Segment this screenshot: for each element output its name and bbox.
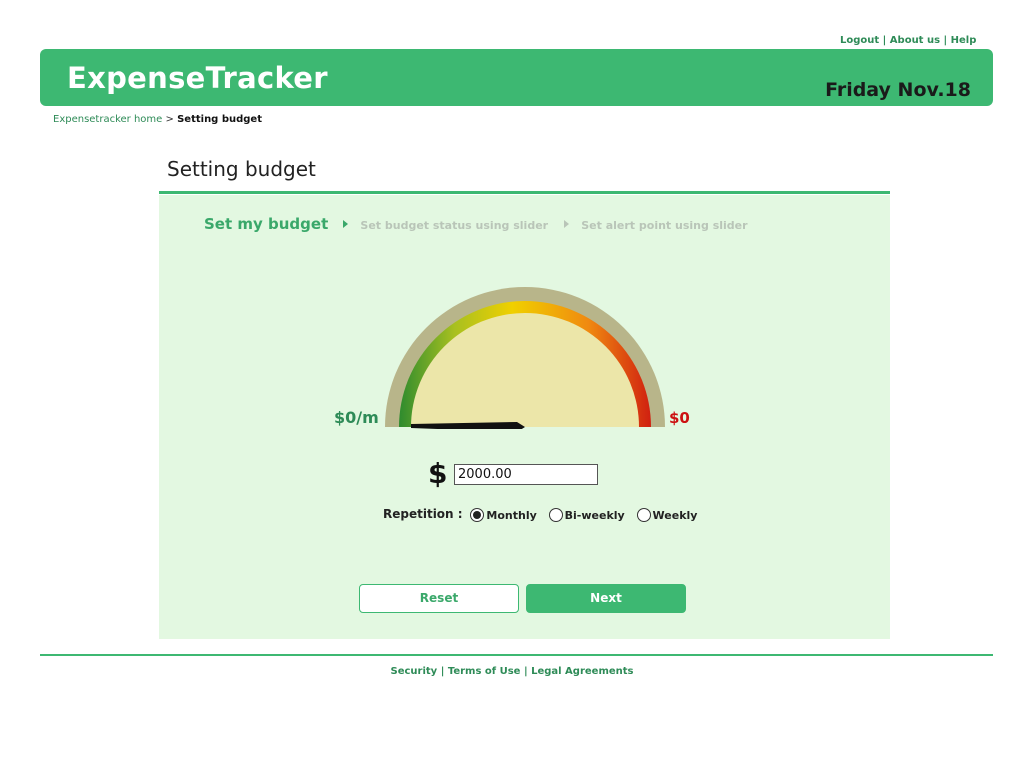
budget-panel: Set my budget Set budget status using sl… (159, 195, 890, 639)
logout-link[interactable]: Logout (840, 35, 879, 46)
separator: | (523, 666, 528, 677)
step-progress: Set my budget Set budget status using sl… (204, 214, 748, 233)
currency-symbol: $ (428, 457, 448, 490)
gauge-max-label: $0 (669, 409, 690, 427)
top-links: Logout | About us | Help (840, 35, 976, 46)
bi-weekly-label: Bi-weekly (564, 508, 625, 522)
about-us-link[interactable]: About us (890, 35, 940, 46)
separator: | (943, 35, 948, 46)
terms-of-use-link[interactable]: Terms of Use (448, 666, 521, 677)
security-link[interactable]: Security (391, 666, 438, 677)
budget-gauge (385, 287, 665, 429)
separator: | (882, 35, 887, 46)
breadcrumb-separator: > (165, 114, 174, 125)
separator: | (440, 666, 445, 677)
legal-agreements-link[interactable]: Legal Agreements (531, 666, 633, 677)
weekly-label: Weekly (652, 508, 698, 522)
gauge-min-label: $0/m (334, 408, 379, 427)
weekly-radio[interactable] (636, 508, 651, 522)
repetition-label: Repetition : (383, 507, 463, 521)
repetition-group: Repetition : Monthly Bi-weekly Weekly (383, 507, 701, 522)
breadcrumb-current: Setting budget (177, 114, 262, 125)
current-date: Friday Nov.18 (825, 79, 971, 101)
footer-links: Security | Terms of Use | Legal Agreemen… (0, 666, 1024, 677)
help-link[interactable]: Help (951, 35, 977, 46)
monthly-radio[interactable] (470, 508, 485, 522)
breadcrumb-home-link[interactable]: Expensetracker home (53, 114, 162, 125)
chevron-right-icon (342, 220, 348, 228)
budget-amount-input[interactable] (454, 464, 598, 485)
footer-divider (40, 654, 993, 656)
reset-button[interactable]: Reset (359, 584, 519, 613)
step-set-alert-point: Set alert point using slider (581, 219, 748, 232)
title-divider (159, 191, 890, 194)
chevron-right-icon (563, 220, 569, 228)
app-logo: ExpenseTracker (67, 61, 328, 95)
step-set-budget-status: Set budget status using slider (360, 219, 549, 232)
monthly-label: Monthly (486, 508, 537, 522)
bi-weekly-radio[interactable] (548, 508, 563, 522)
page-title: Setting budget (167, 157, 316, 181)
next-button[interactable]: Next (526, 584, 686, 613)
step-set-my-budget: Set my budget (204, 215, 329, 233)
breadcrumb: Expensetracker home > Setting budget (53, 114, 262, 125)
header-bar: ExpenseTracker Friday Nov.18 (40, 49, 993, 106)
